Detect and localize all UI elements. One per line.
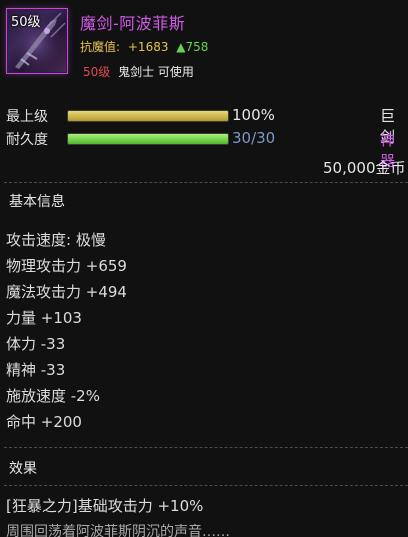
durability-bar-fill bbox=[68, 134, 228, 144]
divider bbox=[4, 182, 408, 184]
attr-cast-speed: 施放速度 -2% bbox=[6, 387, 100, 405]
magic-resist-label: 抗魔值: bbox=[80, 40, 121, 54]
tooltip-header: 50级 魔剑-阿波菲斯 抗魔值: +1683 ▲758 50级 鬼剑士 可使用 bbox=[0, 0, 408, 86]
grade-bar bbox=[67, 110, 229, 122]
attr-magic-attack: 魔法攻击力 +494 bbox=[6, 283, 127, 301]
item-icon[interactable]: 50级 bbox=[6, 8, 68, 74]
divider bbox=[4, 485, 408, 487]
item-description: 周围回荡着阿波菲斯阴沉的声音…… bbox=[6, 524, 230, 537]
item-tooltip: 50级 魔剑-阿波菲斯 抗魔值: +1683 ▲758 50级 鬼剑士 可使用 … bbox=[0, 0, 408, 537]
grade-row: 最上级 100% 巨剑 bbox=[0, 106, 408, 146]
attr-vitality: 体力 -33 bbox=[6, 335, 66, 353]
durability-value: 30/30 bbox=[232, 129, 276, 147]
item-level-badge: 50级 bbox=[11, 15, 41, 30]
grade-value: 100% bbox=[232, 106, 275, 124]
durability-bar bbox=[67, 133, 229, 145]
basic-info-title: 基本信息 bbox=[9, 194, 65, 210]
attr-strength: 力量 +103 bbox=[6, 309, 82, 327]
required-class: 鬼剑士 可使用 bbox=[118, 65, 194, 79]
divider bbox=[4, 447, 408, 449]
durability-label: 耐久度 bbox=[6, 132, 48, 148]
effect-line: [狂暴之力]基础攻击力 +10% bbox=[6, 497, 204, 515]
required-level: 50级 bbox=[83, 65, 111, 79]
attr-physical-attack: 物理攻击力 +659 bbox=[6, 257, 127, 275]
grade-label: 最上级 bbox=[6, 109, 48, 125]
effects-title: 效果 bbox=[9, 461, 37, 477]
requirement-row: 50级 鬼剑士 可使用 bbox=[83, 63, 194, 80]
magic-resist-row: 抗魔值: +1683 ▲758 bbox=[80, 38, 208, 55]
durability-row: 耐久度 30/30 神器 bbox=[0, 128, 408, 170]
attr-hit-rate: 命中 +200 bbox=[6, 413, 82, 431]
magic-resist-bonus: ▲758 bbox=[176, 40, 209, 54]
attr-spirit: 精神 -33 bbox=[6, 361, 66, 379]
sell-price: 50,000金币 bbox=[323, 159, 406, 177]
attr-attack-speed: 攻击速度: 极慢 bbox=[6, 231, 106, 249]
item-name: 魔剑-阿波菲斯 bbox=[80, 14, 186, 33]
grade-bar-fill bbox=[68, 111, 228, 121]
magic-resist-value: +1683 bbox=[127, 40, 169, 54]
